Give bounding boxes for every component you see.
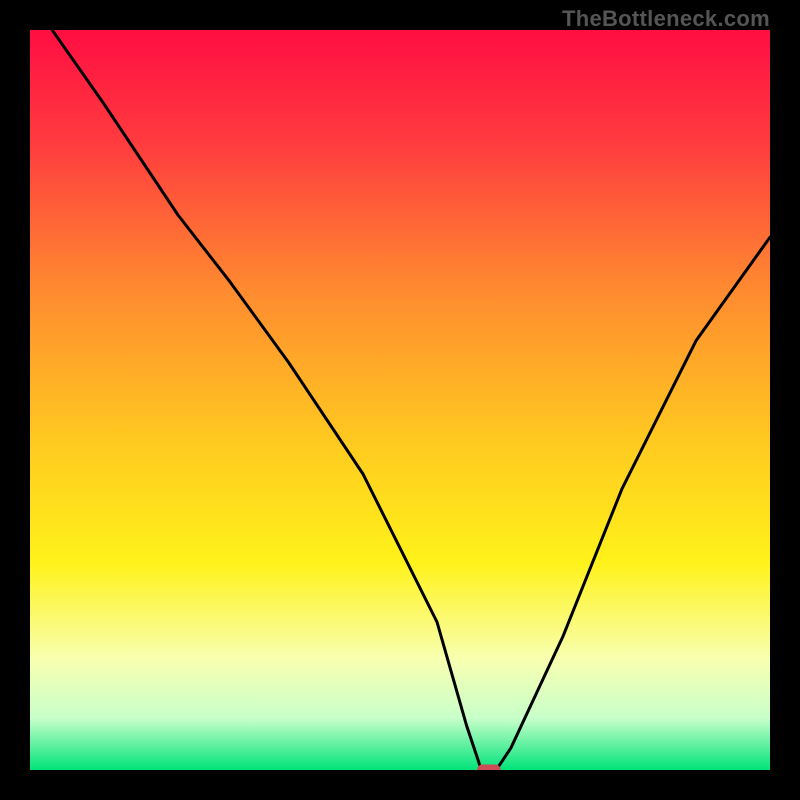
chart-background [30, 30, 770, 770]
optimum-marker [477, 765, 501, 771]
watermark-label: TheBottleneck.com [562, 6, 770, 32]
chart-svg [30, 30, 770, 770]
plot-area [30, 30, 770, 770]
chart-frame: TheBottleneck.com [0, 0, 800, 800]
